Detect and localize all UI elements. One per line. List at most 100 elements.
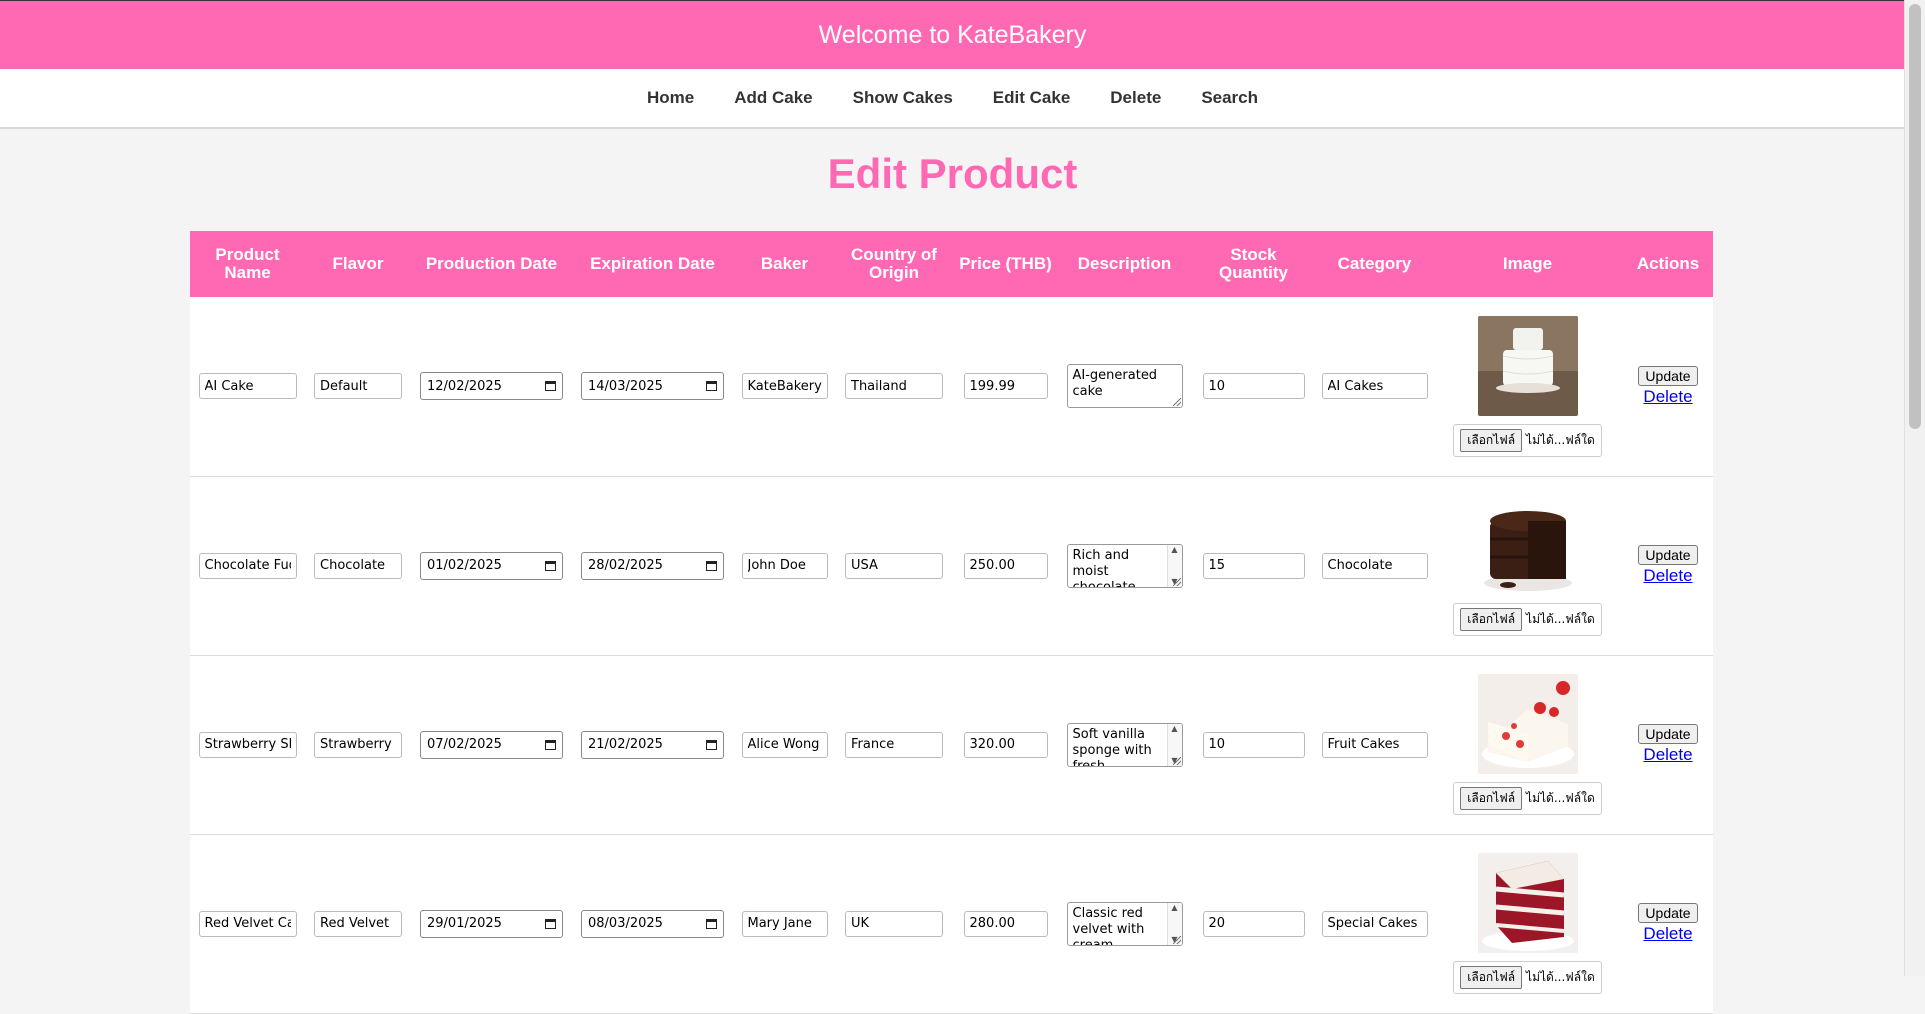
image-file-input[interactable]: เลือกไฟล์ ไม่ได้...ฟล์ใด	[1453, 603, 1602, 636]
expiration-date-input[interactable]: 08/03/2025	[581, 909, 724, 938]
scrollbar-thumb[interactable]	[1909, 4, 1921, 429]
stock-input[interactable]	[1202, 731, 1305, 758]
country-input[interactable]	[845, 373, 943, 400]
col-header-actions: Actions	[1636, 254, 1700, 273]
choose-file-button[interactable]: เลือกไฟล์	[1460, 428, 1523, 452]
calendar-icon[interactable]	[545, 918, 556, 929]
description-textarea[interactable]: AI-generated cake	[1066, 364, 1183, 409]
baker-input[interactable]	[741, 910, 828, 937]
calendar-icon[interactable]	[545, 739, 556, 750]
resize-grip-icon[interactable]	[1172, 398, 1181, 407]
delete-link[interactable]: Delete	[1627, 387, 1709, 407]
description-textarea[interactable]: Soft vanilla sponge with fresh▲▼	[1066, 722, 1183, 767]
resize-grip-icon[interactable]	[1172, 935, 1181, 944]
baker-input[interactable]	[741, 552, 828, 579]
resize-grip-icon[interactable]	[1172, 756, 1181, 765]
delete-link[interactable]: Delete	[1627, 745, 1709, 765]
col-header-production-date: Production Date	[425, 254, 558, 273]
file-status-text: ไม่ได้...ฟล์ใด	[1526, 791, 1595, 805]
stock-input[interactable]	[1202, 373, 1305, 400]
flavor-input[interactable]	[314, 373, 402, 400]
col-header-image: Image	[1502, 254, 1553, 273]
calendar-icon[interactable]	[706, 739, 717, 750]
strawberry-shortcake-image	[1477, 674, 1578, 774]
image-file-input[interactable]: เลือกไฟล์ ไม่ได้...ฟล์ใด	[1453, 961, 1602, 994]
resize-grip-icon[interactable]	[1172, 577, 1181, 586]
scroll-up-icon[interactable]: ▲	[1171, 545, 1177, 555]
description-text: Soft vanilla sponge with fresh	[1072, 726, 1152, 767]
scroll-up-icon[interactable]: ▲	[1171, 724, 1177, 734]
nav-edit-cake-link[interactable]: Edit Cake	[973, 88, 1090, 108]
page-scrollbar[interactable]	[1904, 0, 1925, 976]
scroll-up-icon[interactable]: ▲	[1171, 903, 1177, 913]
country-input[interactable]	[845, 910, 943, 937]
baker-input[interactable]	[741, 373, 828, 400]
calendar-icon[interactable]	[706, 381, 717, 392]
calendar-icon[interactable]	[706, 560, 717, 571]
calendar-icon[interactable]	[706, 918, 717, 929]
price-input[interactable]	[963, 910, 1048, 937]
expiration-date-value: 08/03/2025	[588, 916, 663, 931]
flavor-input[interactable]	[314, 910, 402, 937]
description-text: Classic red velvet with cream	[1072, 905, 1145, 946]
production-date-input[interactable]: 07/02/2025	[420, 730, 563, 759]
flavor-input[interactable]	[314, 552, 402, 579]
choose-file-button[interactable]: เลือกไฟล์	[1460, 608, 1523, 631]
nav-home-link[interactable]: Home	[627, 88, 714, 108]
calendar-icon[interactable]	[545, 381, 556, 392]
category-input[interactable]	[1321, 373, 1428, 400]
stock-input[interactable]	[1202, 910, 1305, 937]
col-header-flavor: Flavor	[332, 254, 384, 273]
delete-link[interactable]: Delete	[1627, 924, 1709, 944]
image-file-input[interactable]: เลือกไฟล์ ไม่ได้...ฟล์ใด	[1453, 782, 1602, 815]
choose-file-button[interactable]: เลือกไฟล์	[1460, 787, 1523, 810]
choose-file-button[interactable]: เลือกไฟล์	[1460, 966, 1523, 989]
baker-input[interactable]	[741, 731, 828, 758]
stock-input[interactable]	[1202, 552, 1305, 579]
table-row: 07/02/2025 21/02/2025 Soft vanilla spong…	[190, 655, 1713, 834]
update-button[interactable]: Update	[1638, 724, 1698, 744]
description-text: Rich and moist chocolate cake with fud	[1072, 547, 1136, 588]
expiration-date-input[interactable]: 28/02/2025	[581, 551, 724, 580]
description-textarea[interactable]: Rich and moist chocolate cake with fud▲▼	[1066, 543, 1183, 588]
page-title: Edit Product	[827, 150, 1078, 197]
product-name-input[interactable]	[198, 552, 297, 579]
update-button[interactable]: Update	[1638, 903, 1698, 923]
production-date-value: 07/02/2025	[427, 737, 502, 752]
nav-delete-link[interactable]: Delete	[1090, 88, 1181, 108]
expiration-date-value: 14/03/2025	[588, 378, 663, 394]
delete-link[interactable]: Delete	[1627, 566, 1709, 586]
nav-add-cake-link[interactable]: Add Cake	[714, 88, 832, 108]
nav-search-link[interactable]: Search	[1181, 88, 1278, 108]
col-header-product-name: Product Name	[215, 245, 280, 282]
price-input[interactable]	[963, 373, 1048, 400]
category-input[interactable]	[1321, 552, 1428, 579]
product-name-input[interactable]	[198, 910, 297, 937]
calendar-icon[interactable]	[545, 560, 556, 571]
col-header-stock: Stock Quantity	[1219, 245, 1288, 282]
production-date-input[interactable]: 12/02/2025	[420, 372, 563, 401]
expiration-date-input[interactable]: 21/02/2025	[581, 730, 724, 759]
expiration-date-input[interactable]: 14/03/2025	[581, 372, 724, 401]
production-date-input[interactable]: 01/02/2025	[420, 551, 563, 580]
description-textarea[interactable]: Classic red velvet with cream▲▼	[1066, 901, 1183, 946]
file-status-text: ไม่ได้...ฟล์ใด	[1526, 612, 1595, 626]
site-header: Welcome to KateBakery	[0, 1, 1905, 69]
country-input[interactable]	[845, 552, 943, 579]
update-button[interactable]: Update	[1638, 365, 1698, 386]
price-input[interactable]	[963, 552, 1048, 579]
product-name-input[interactable]	[198, 373, 297, 400]
country-input[interactable]	[845, 731, 943, 758]
file-status-text: ไม่ได้...ฟล์ใด	[1526, 432, 1595, 447]
category-input[interactable]	[1321, 910, 1428, 937]
product-name-input[interactable]	[198, 731, 297, 758]
col-header-baker: Baker	[760, 254, 809, 273]
update-button[interactable]: Update	[1638, 545, 1698, 565]
price-input[interactable]	[963, 731, 1048, 758]
category-input[interactable]	[1321, 731, 1428, 758]
production-date-input[interactable]: 29/01/2025	[420, 909, 563, 938]
flavor-input[interactable]	[314, 731, 402, 758]
image-file-input[interactable]: เลือกไฟล์ ไม่ได้...ฟล์ใด	[1453, 423, 1602, 457]
nav-show-cakes-link[interactable]: Show Cakes	[833, 88, 973, 108]
expiration-date-value: 28/02/2025	[588, 558, 663, 573]
